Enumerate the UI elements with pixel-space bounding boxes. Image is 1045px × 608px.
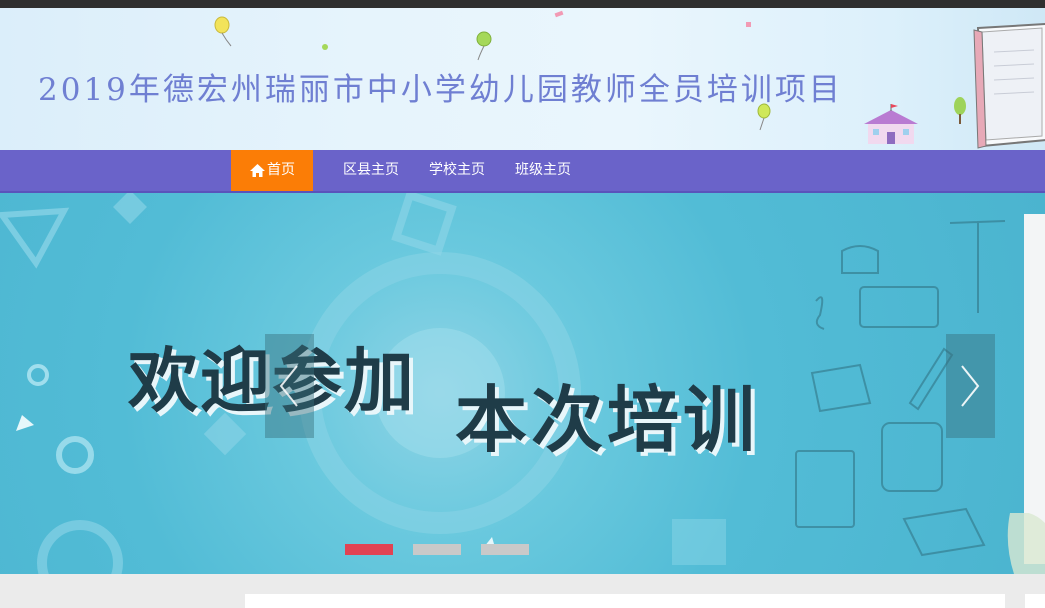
main-nav: 首页 区县主页 学校主页 班级主页 [0, 150, 1045, 193]
content-panel [245, 594, 1005, 608]
nav-item-class[interactable]: 班级主页 [515, 150, 571, 191]
nav-item-home[interactable]: 首页 [231, 150, 313, 191]
character-illustration [1007, 513, 1045, 574]
top-bar [0, 0, 1045, 8]
carousel-dot-3[interactable] [481, 544, 529, 555]
balloon-icon [214, 16, 232, 47]
nav-item-school[interactable]: 学校主页 [429, 150, 485, 191]
confetti-icon [322, 44, 328, 50]
banner-edge [1024, 214, 1045, 564]
site-header: 2019年德宏州瑞丽市中小学幼儿园教师全员培训项目 [0, 8, 1045, 150]
book-illustration-icon [973, 23, 1045, 149]
chevron-left-icon [279, 365, 298, 407]
chevron-right-icon [961, 365, 980, 407]
carousel-dot-1[interactable] [345, 544, 393, 555]
confetti-icon [554, 10, 564, 18]
banner-slogan-line2: 本次培训 [455, 378, 760, 462]
banner-carousel: 欢迎参加 本次培训 [0, 193, 1045, 574]
carousel-prev-button[interactable] [265, 334, 314, 438]
carousel-dot-2[interactable] [413, 544, 461, 555]
carousel-next-button[interactable] [946, 334, 995, 438]
confetti-icon [746, 22, 751, 27]
site-title: 2019年德宏州瑞丽市中小学幼儿园教师全员培训项目 [38, 72, 843, 108]
side-panel [1025, 594, 1045, 608]
tree-icon [954, 97, 966, 124]
nav-home-label: 首页 [267, 162, 295, 178]
nav-item-district[interactable]: 区县主页 [343, 150, 399, 191]
balloon-icon [476, 31, 492, 61]
home-icon [250, 163, 265, 177]
school-building-icon [864, 104, 918, 144]
